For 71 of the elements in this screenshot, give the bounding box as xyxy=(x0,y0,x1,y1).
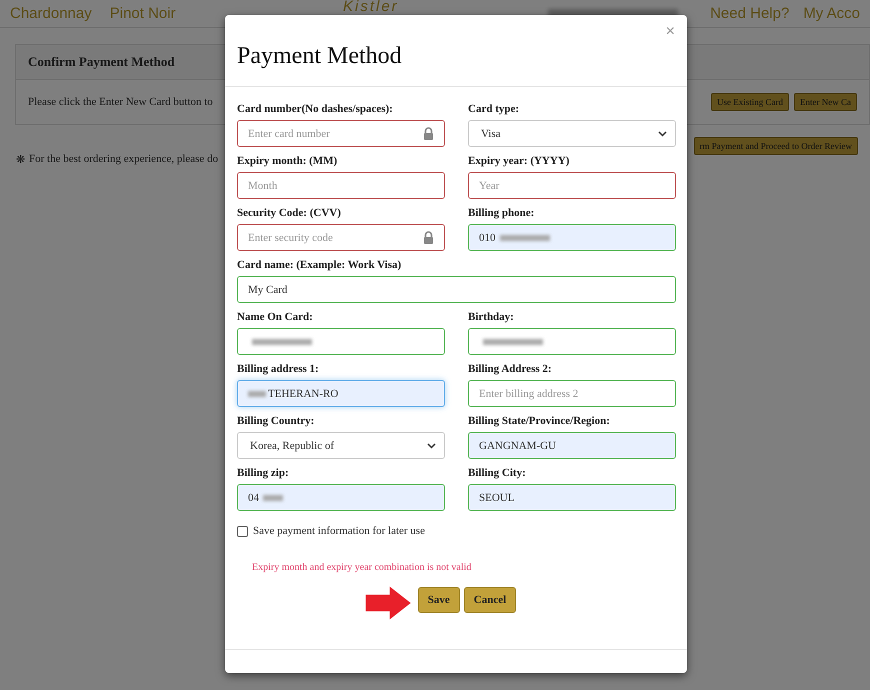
field-label: Card name: (Example: Work Visa) xyxy=(237,259,402,273)
input-field[interactable]: Enter security code xyxy=(237,224,445,251)
input-field[interactable]: TEHERAN-RO xyxy=(237,380,445,407)
field-value: SEOUL xyxy=(479,492,514,504)
chevron-icon xyxy=(427,442,436,448)
field-value: 04 xyxy=(248,492,259,504)
select-field[interactable]: Korea, Republic of xyxy=(237,432,445,459)
field-label: Billing address 1: xyxy=(237,363,320,377)
lock-icon xyxy=(423,127,434,140)
checkbox-label: Save payment information for later use xyxy=(253,525,425,537)
note-text: For the best ordering experience, please do xyxy=(29,153,218,166)
error-message: Expiry month and expiry year combination is not valid xyxy=(251,561,472,573)
proceed-button[interactable]: rm Payment and Proceed to Order Review xyxy=(694,137,858,155)
checkbox[interactable] xyxy=(237,526,248,536)
field-label: Expiry year: (YYYY) xyxy=(468,155,570,169)
field-label: Billing Address 2: xyxy=(468,363,553,377)
blurred-value xyxy=(483,338,543,344)
input-field[interactable] xyxy=(468,328,676,355)
blurred-value xyxy=(248,390,266,396)
select-value: Visa xyxy=(481,128,501,140)
instruction-text: Please click the Enter New Card button to xyxy=(28,96,213,108)
field-label: Security Code: (CVV) xyxy=(237,207,342,221)
input-field[interactable]: 04 xyxy=(237,484,445,511)
input-field[interactable]: My Card xyxy=(237,276,676,303)
save-button[interactable]: Save xyxy=(418,587,460,613)
input-field[interactable] xyxy=(237,328,445,355)
blurred-value xyxy=(252,338,312,344)
brand-logo[interactable]: Kistler xyxy=(300,0,441,14)
field-label: Billing Country: xyxy=(237,415,316,429)
field-value: My Card xyxy=(248,284,288,296)
arrow-icon xyxy=(364,584,414,622)
dialog-title: Payment Method xyxy=(237,43,402,70)
input-field[interactable]: Year xyxy=(468,172,676,199)
chevron-icon xyxy=(658,130,667,136)
input-field[interactable]: Month xyxy=(237,172,445,199)
field-placeholder: Enter card number xyxy=(248,128,330,140)
header-link[interactable]: My Acco xyxy=(803,5,860,22)
input-field[interactable]: Enter card number xyxy=(237,120,445,147)
field-value: TEHERAN-RO xyxy=(268,388,338,400)
card-button[interactable]: Enter New Ca xyxy=(794,93,857,111)
field-placeholder: Enter billing address 2 xyxy=(479,388,578,400)
header-link[interactable]: Need Help? xyxy=(710,5,790,22)
field-label: Billing City: xyxy=(468,467,527,481)
field-label: Billing State/Province/Region: xyxy=(468,415,611,429)
input-field[interactable]: SEOUL xyxy=(468,484,676,511)
input-field[interactable]: Enter billing address 2 xyxy=(468,380,676,407)
field-placeholder: Month xyxy=(248,180,278,192)
card-button[interactable]: Use Existing Card xyxy=(711,93,790,111)
input-field[interactable]: 010 xyxy=(468,224,676,251)
close-button[interactable]: × xyxy=(666,23,675,41)
field-label: Billing phone: xyxy=(468,207,536,221)
select-field[interactable]: Visa xyxy=(468,120,676,147)
field-label: Card number(No dashes/spaces): xyxy=(237,103,394,117)
select-value: Korea, Republic of xyxy=(250,440,334,452)
note-mark: ❋ xyxy=(16,153,25,166)
field-label: Billing zip: xyxy=(237,467,290,481)
lock-icon xyxy=(423,231,434,244)
field-label: Expiry month: (MM) xyxy=(237,155,338,169)
nav-link[interactable]: Chardonnay xyxy=(10,5,92,22)
field-placeholder: Enter security code xyxy=(248,232,333,244)
nav-link[interactable]: Pinot Noir xyxy=(110,5,176,22)
field-label: Card type: xyxy=(468,103,520,117)
field-placeholder: Year xyxy=(479,180,500,192)
blurred-value xyxy=(263,494,283,500)
field-value: 010 xyxy=(479,232,496,244)
field-value: GANGNAM-GU xyxy=(479,440,556,452)
field-label: Birthday: xyxy=(468,311,515,325)
blurred-value xyxy=(500,234,550,240)
input-field[interactable]: GANGNAM-GU xyxy=(468,432,676,459)
cancel-button[interactable]: Cancel xyxy=(464,587,516,613)
field-label: Name On Card: xyxy=(237,311,314,325)
